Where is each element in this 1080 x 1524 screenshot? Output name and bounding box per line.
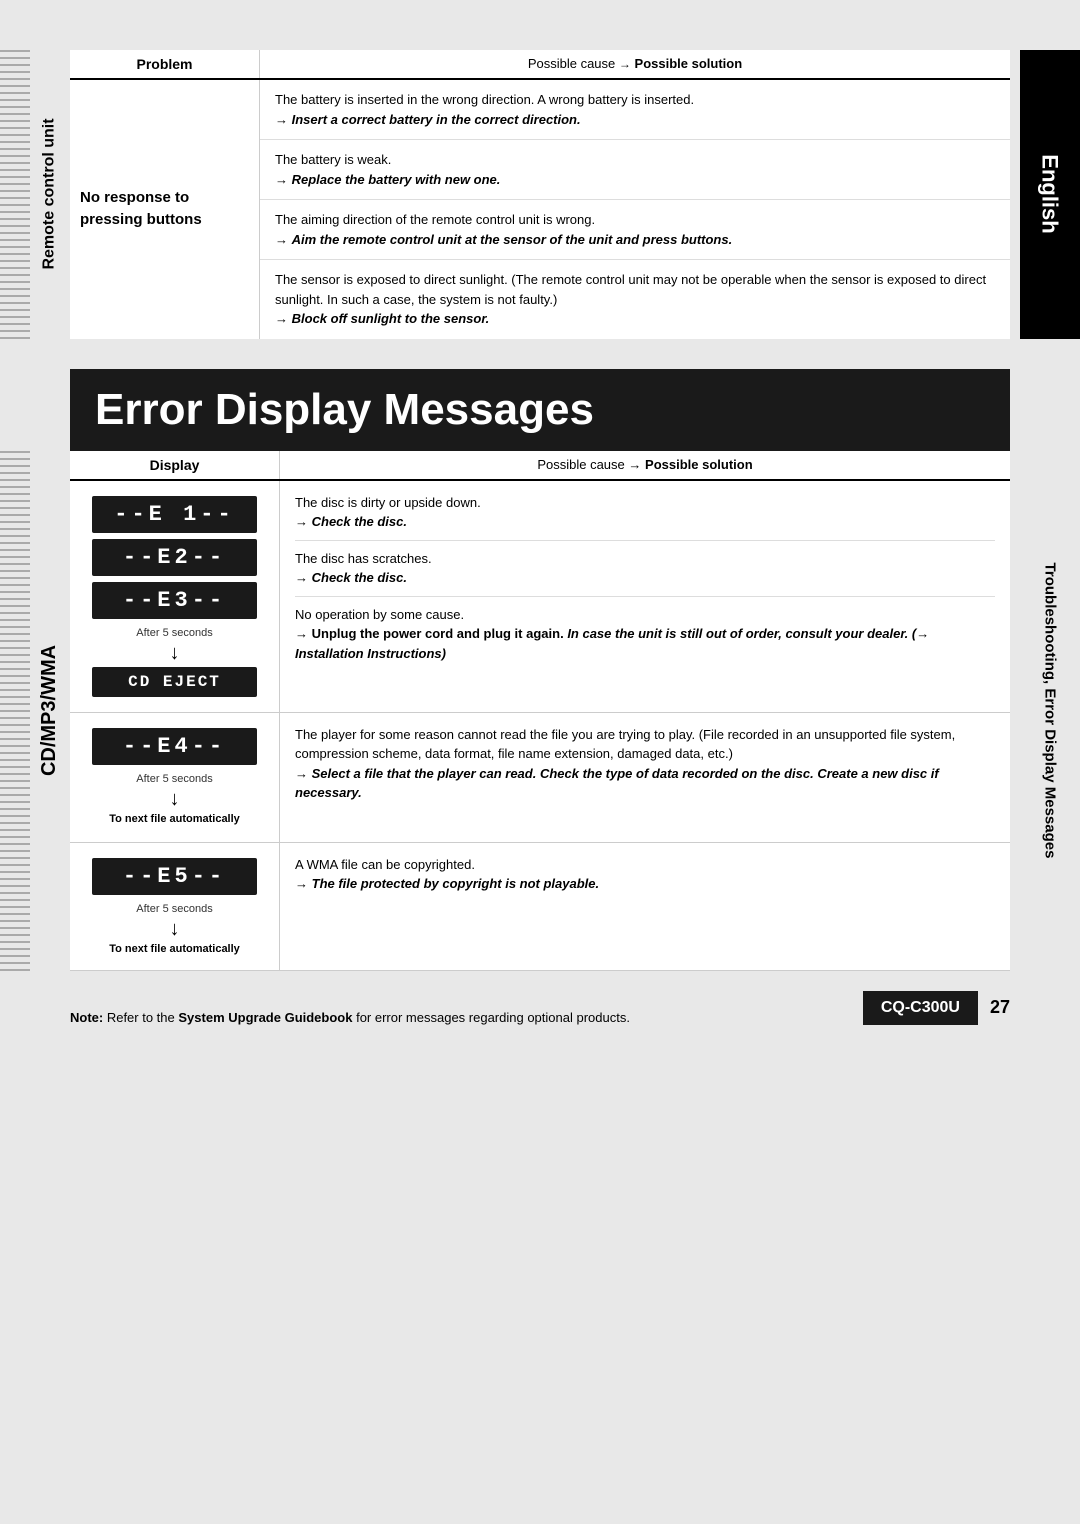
- to-next-file-1: To next file automatically: [109, 813, 240, 825]
- remote-control-label: Remote control unit: [41, 119, 59, 270]
- problem-cell: No response topressing buttons: [70, 80, 260, 339]
- e123-solution-cell: The disc is dirty or upside down. → Chec…: [280, 481, 1010, 712]
- e3-display: --E3--: [92, 582, 257, 619]
- cdmp3-label: CD/MP3/WMA: [39, 645, 62, 776]
- e5-display: --E5--: [92, 858, 257, 895]
- error-display-title: Error Display Messages: [70, 369, 1010, 451]
- e2-display: --E2--: [92, 539, 257, 576]
- e4-display-cell: --E4-- After 5 seconds ↓ To next file au…: [70, 713, 280, 842]
- arrow-down-1: ↓: [170, 643, 180, 663]
- troubleshooting-label: Troubleshooting, Error Display Messages: [1042, 563, 1059, 859]
- to-next-file-2: To next file automatically: [109, 943, 240, 955]
- arrow-down-2: ↓: [170, 789, 180, 809]
- display-header: Display: [70, 451, 280, 479]
- error-solution-header: Possible cause → Possible solution: [280, 451, 1010, 479]
- english-label: English: [1037, 155, 1063, 234]
- model-badge: CQ-C300U: [863, 991, 978, 1025]
- footer-note: Note: Refer to the System Upgrade Guideb…: [70, 1010, 843, 1025]
- e5-solution-cell: A WMA file can be copyrighted. → The fil…: [280, 843, 1010, 970]
- eject-display: CD EJECT: [92, 667, 257, 697]
- error-row-e5: --E5-- After 5 seconds ↓ To next file au…: [70, 843, 1010, 971]
- e1-display: --E 1--: [92, 496, 257, 533]
- solutions-cell: The battery is inserted in the wrong dir…: [260, 80, 1010, 339]
- solution-item-2: The battery is weak. → Replace the batte…: [260, 140, 1010, 200]
- error-row-e4: --E4-- After 5 seconds ↓ To next file au…: [70, 713, 1010, 843]
- after-seconds-2: After 5 seconds: [136, 773, 212, 785]
- e123-display-cell: --E 1-- --E2-- --E3-- After 5 seconds ↓ …: [70, 481, 280, 712]
- error-row-e123: --E 1-- --E2-- --E3-- After 5 seconds ↓ …: [70, 481, 1010, 713]
- solution-item-3: The aiming direction of the remote contr…: [260, 200, 1010, 260]
- after-seconds-1: After 5 seconds: [136, 627, 212, 639]
- e4-solution-cell: The player for some reason cannot read t…: [280, 713, 1010, 842]
- solution-item-4: The sensor is exposed to direct sunlight…: [260, 260, 1010, 339]
- arrow-down-3: ↓: [170, 919, 180, 939]
- solution-header: Possible cause → Possible solution: [260, 50, 1010, 78]
- page-number: 27: [990, 997, 1010, 1018]
- e4-display: --E4--: [92, 728, 257, 765]
- problem-header: Problem: [70, 50, 260, 78]
- after-seconds-3: After 5 seconds: [136, 903, 212, 915]
- e5-display-cell: --E5-- After 5 seconds ↓ To next file au…: [70, 843, 280, 970]
- solution-item-1: The battery is inserted in the wrong dir…: [260, 80, 1010, 140]
